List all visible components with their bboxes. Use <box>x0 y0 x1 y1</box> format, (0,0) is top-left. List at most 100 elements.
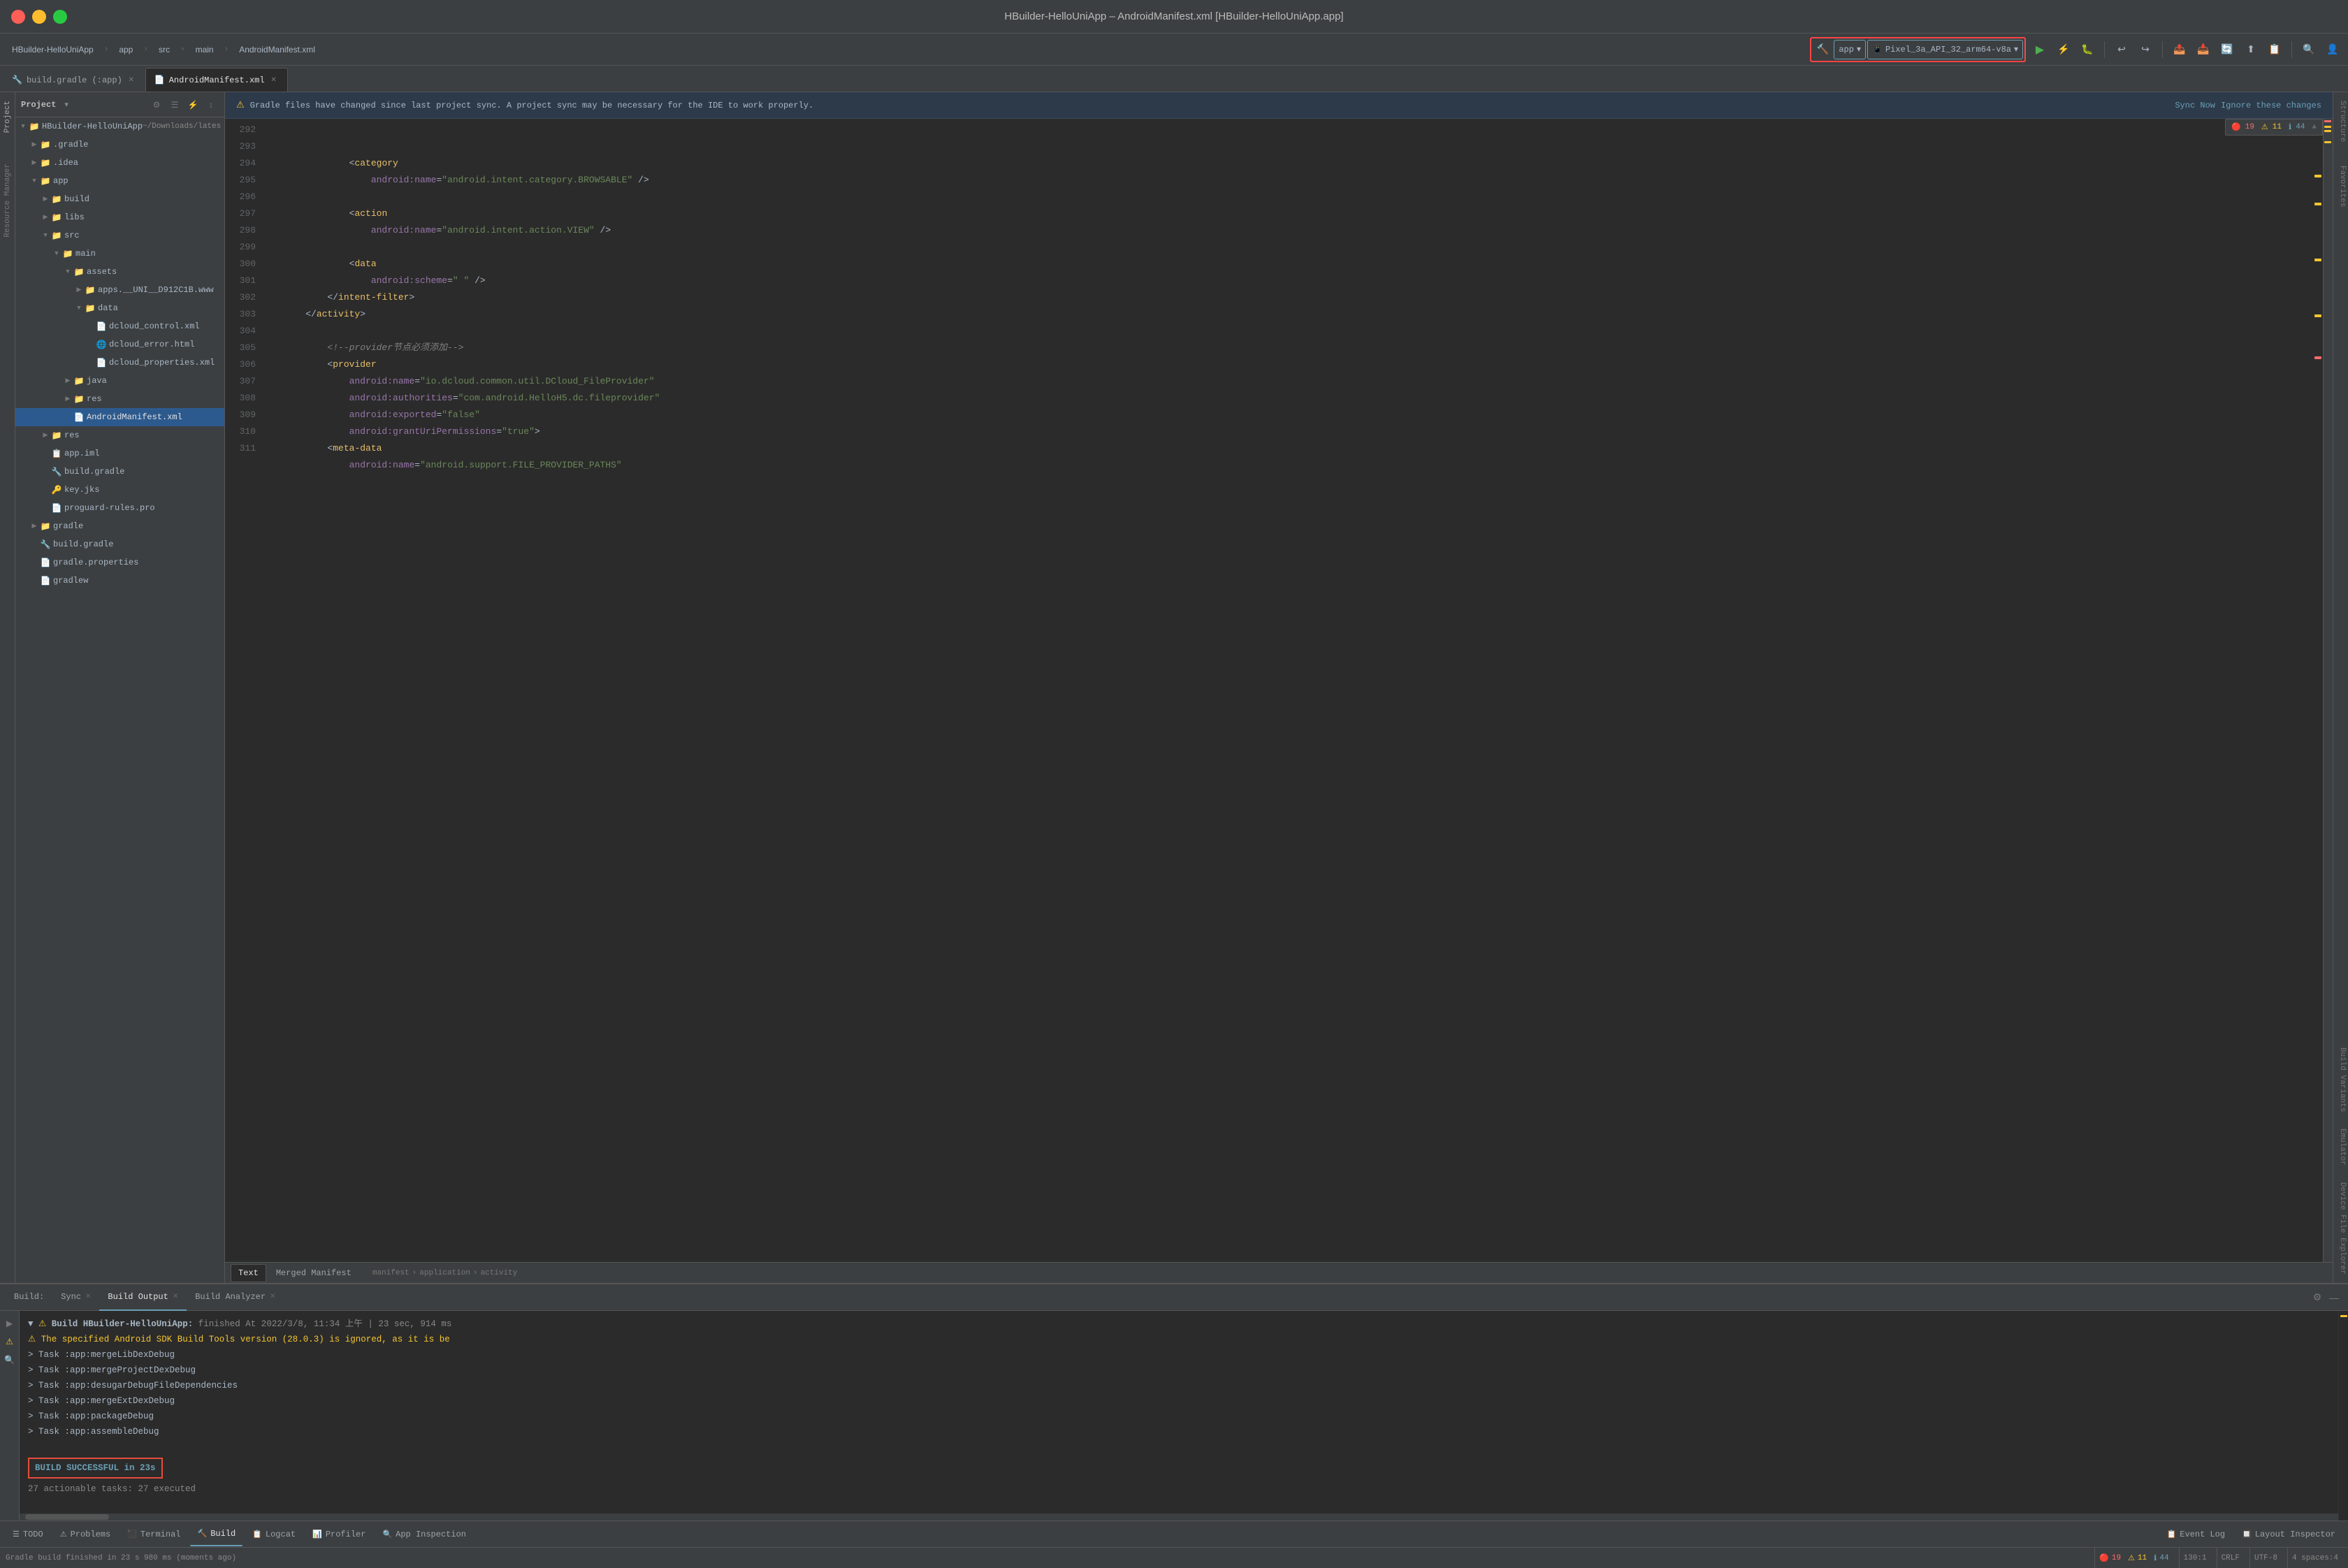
vcs5-btn[interactable]: 📋 <box>2265 40 2284 59</box>
code-content[interactable]: <category android:name="android.intent.c… <box>278 119 2313 1262</box>
error-warning-panel[interactable]: 🔴 19 ⚠ 11 ℹ 44 ▲ <box>2225 119 2323 136</box>
tree-item[interactable]: ▼📁main <box>15 245 224 263</box>
app-inspection-tab[interactable]: 🔍 App Inspection <box>375 1523 473 1546</box>
tree-item[interactable]: ▶📁res <box>15 426 224 444</box>
build-label-tab[interactable]: Build: <box>6 1284 52 1311</box>
ignore-btn[interactable]: Ignore these changes <box>2221 101 2321 110</box>
event-log-tab[interactable]: 📋 Event Log <box>2160 1523 2233 1546</box>
profiler-tab[interactable]: 📊 Profiler <box>305 1523 372 1546</box>
build-output-close[interactable]: ✕ <box>173 1293 178 1301</box>
undo-btn[interactable]: ↩ <box>2112 40 2131 59</box>
tree-toggle[interactable]: ▼ <box>52 250 61 257</box>
tree-item[interactable]: ▼📁assets <box>15 263 224 281</box>
error-count-section[interactable]: 🔴 19 ⚠ 11 ℹ 44 <box>2094 1548 2173 1568</box>
tree-item[interactable]: ▶📁java <box>15 372 224 390</box>
tab-manifest-close[interactable]: ✕ <box>269 75 279 85</box>
tree-item[interactable]: 📄dcloud_properties.xml <box>15 354 224 372</box>
vcs3-btn[interactable]: 🔄 <box>2217 40 2237 59</box>
account-btn[interactable]: 👤 <box>2323 40 2342 59</box>
tree-item[interactable]: 📄gradlew <box>15 572 224 590</box>
panel-settings-btn[interactable]: ⚙ <box>149 97 164 112</box>
vcs2-btn[interactable]: 📥 <box>2194 40 2213 59</box>
utf-section[interactable]: UTF-8 <box>2249 1548 2282 1568</box>
app-selector[interactable]: app ▾ <box>1834 40 1866 59</box>
structure-tab[interactable]: Structure <box>2333 92 2348 150</box>
tab-android-manifest[interactable]: 📄 AndroidManifest.xml ✕ <box>145 68 288 92</box>
tree-toggle[interactable]: ▶ <box>41 214 50 221</box>
favorites-tab[interactable]: Favorites <box>2333 157 2348 215</box>
tree-item[interactable]: 📄gradle.properties <box>15 553 224 572</box>
tree-toggle[interactable]: ▶ <box>41 196 50 203</box>
maximize-button[interactable] <box>53 10 67 24</box>
redo-btn[interactable]: ↪ <box>2136 40 2155 59</box>
build-output-text[interactable]: ▼ ⚠ Build HBuilder-HelloUniApp: finished… <box>20 1311 2338 1513</box>
panel-filter-btn[interactable]: ⚡ <box>185 97 201 112</box>
src-btn[interactable]: src <box>152 40 176 59</box>
encoding-section[interactable]: CRLF <box>2217 1548 2244 1568</box>
debug-button[interactable]: 🐛 <box>2078 40 2097 59</box>
sync-now-btn[interactable]: Sync Now <box>2175 101 2215 110</box>
tree-toggle[interactable]: ▶ <box>41 432 50 439</box>
app-btn[interactable]: app <box>113 40 139 59</box>
problems-tab[interactable]: ⚠ Problems <box>53 1523 117 1546</box>
emulator-tab[interactable]: Emulator <box>2333 1120 2348 1174</box>
vcs4-btn[interactable]: ⬆ <box>2241 40 2261 59</box>
tree-toggle[interactable]: ▶ <box>29 159 39 166</box>
build-output-tab[interactable]: Build Output ✕ <box>99 1284 187 1311</box>
build-filter-btn[interactable]: 🔍 <box>3 1353 17 1367</box>
tree-item[interactable]: 🔧build.gradle <box>15 535 224 553</box>
tree-item[interactable]: 🌐dcloud_error.html <box>15 335 224 354</box>
tree-item[interactable]: ▶📁gradle <box>15 517 224 535</box>
tree-toggle[interactable]: ▼ <box>41 232 50 239</box>
tree-item[interactable]: 📄AndroidManifest.xml <box>15 408 224 426</box>
merged-manifest-tab[interactable]: Merged Manifest <box>269 1264 358 1282</box>
tree-item[interactable]: ▼📁app <box>15 172 224 190</box>
tree-item[interactable]: ▶📁.idea <box>15 154 224 172</box>
search-btn[interactable]: 🔍 <box>2299 40 2319 59</box>
tree-toggle[interactable]: ▶ <box>63 377 73 384</box>
tree-item[interactable]: 📄proguard-rules.pro <box>15 499 224 517</box>
profile-button[interactable]: ⚡ <box>2054 40 2073 59</box>
terminal-tab[interactable]: ⬛ Terminal <box>120 1523 187 1546</box>
tree-item[interactable]: ▼📁data <box>15 299 224 317</box>
tree-toggle[interactable]: ▶ <box>74 286 84 293</box>
device-file-explorer-tab[interactable]: Device File Explorer <box>2333 1174 2348 1283</box>
panel-dropdown[interactable]: ▾ <box>64 100 68 110</box>
project-tree[interactable]: ▼📁HBuilder-HelloUniApp ~/Downloads/lates… <box>15 117 224 1283</box>
tree-item[interactable]: ▶📁libs <box>15 208 224 226</box>
manifest-btn[interactable]: AndroidManifest.xml <box>233 40 321 59</box>
tree-item[interactable]: 🔑key.jks <box>15 481 224 499</box>
build-expand-btn[interactable]: ▶ <box>3 1316 17 1330</box>
tab-build-gradle[interactable]: 🔧 build.gradle (:app) ✕ <box>3 68 145 92</box>
chevron-up-icon[interactable]: ▲ <box>2312 123 2317 131</box>
tree-item[interactable]: ▶📁build <box>15 190 224 208</box>
traffic-lights[interactable] <box>11 10 67 24</box>
tree-toggle[interactable]: ▶ <box>29 523 39 530</box>
panel-list-btn[interactable]: ☰ <box>167 97 182 112</box>
panel-minimize-btn[interactable]: — <box>2326 1289 2342 1306</box>
layout-inspector-tab[interactable]: 🔲 Layout Inspector <box>2235 1523 2342 1546</box>
tree-item[interactable]: 🔧build.gradle <box>15 463 224 481</box>
device-selector[interactable]: 📱 Pixel_3a_API_32_arm64-v8a ▾ <box>1867 40 2023 59</box>
panel-sort-btn[interactable]: ↕ <box>203 97 219 112</box>
tree-toggle[interactable]: ▼ <box>29 177 39 184</box>
minimize-button[interactable] <box>32 10 46 24</box>
sync-tab[interactable]: Sync ✕ <box>52 1284 99 1311</box>
project-tab[interactable]: Project <box>2 92 13 141</box>
hammer-btn[interactable]: 🔨 <box>1813 40 1832 59</box>
tree-toggle[interactable]: ▼ <box>63 268 73 275</box>
resource-manager-tab[interactable]: Resource Manager <box>2 155 13 246</box>
tree-item[interactable]: 📋app.iml <box>15 444 224 463</box>
build-analyzer-close[interactable]: ✕ <box>270 1293 275 1301</box>
logcat-tab[interactable]: 📋 Logcat <box>245 1523 303 1546</box>
build-warning-filter[interactable]: ⚠ <box>3 1335 17 1349</box>
tree-item[interactable]: ▶📁res <box>15 390 224 408</box>
position-section[interactable]: 130:1 <box>2179 1548 2211 1568</box>
panel-settings-btn[interactable]: ⚙ <box>2309 1289 2326 1306</box>
build-tab[interactable]: 🔨 Build <box>190 1523 242 1546</box>
tree-item[interactable]: ▶📁apps.__UNI__D912C1B.www <box>15 281 224 299</box>
sync-close[interactable]: ✕ <box>85 1293 91 1301</box>
main-btn[interactable]: main <box>189 40 220 59</box>
tree-toggle[interactable]: ▶ <box>63 395 73 402</box>
spaces-section[interactable]: 4 spaces:4 <box>2287 1548 2342 1568</box>
